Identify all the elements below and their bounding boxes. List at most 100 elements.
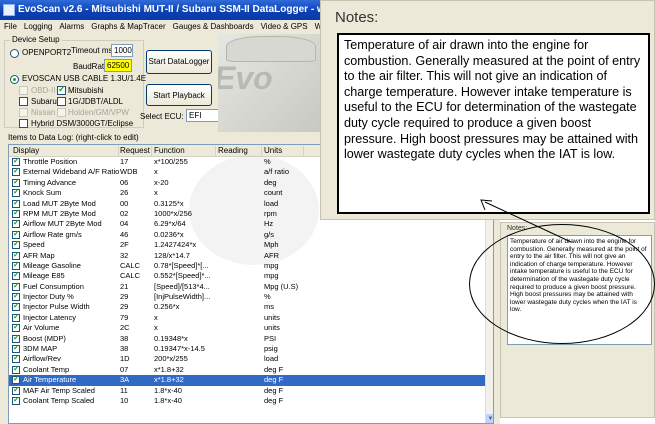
table-row[interactable]: Injector Pulse Width 29 0.256*x ms <box>9 301 485 312</box>
timeout-input[interactable]: 1000 <box>111 44 133 57</box>
row-checkbox[interactable] <box>12 395 20 405</box>
cell-function: x <box>154 188 158 198</box>
row-checkbox[interactable] <box>12 198 20 208</box>
notes-textarea[interactable]: Temperature of air drawn into the engine… <box>507 235 652 345</box>
table-row[interactable]: Fuel Consumption 21 [Speed]/[513*4... Mpg (… <box>9 281 485 292</box>
cell-units: deg F <box>264 364 284 374</box>
evoscan-cable-label: EVOSCAN USB CABLE 1.3U/1.4E <box>22 74 147 83</box>
row-checkbox[interactable] <box>12 364 20 374</box>
row-checkbox[interactable] <box>12 208 20 218</box>
obd-ii-label: OBD-II <box>31 86 56 95</box>
table-row[interactable]: 3DM MAP 38 0.19347*x-14.5 psig <box>9 343 485 354</box>
cell-function: 128/x*14.7 <box>154 250 190 260</box>
table-row[interactable]: Mileage E85 CALC 0.552*[Speed]*... mpg <box>9 270 485 281</box>
cell-function: x*100/255 <box>154 157 188 166</box>
cell-function: 1.2427424*x <box>154 240 197 250</box>
table-row[interactable]: Coolant Temp 07 x*1.8+32 deg F <box>9 364 485 375</box>
mitsubishi-checkbox[interactable] <box>57 84 66 95</box>
table-row[interactable]: Injector Duty % 29 [InjPulseWidth]...% <box>9 291 485 302</box>
notes-text-enlarged: Temperature of air drawn into the engine… <box>337 33 650 214</box>
cell-function: x*1.8+32 <box>154 364 184 374</box>
col-function[interactable]: Function <box>154 146 216 156</box>
j1g-checkbox[interactable] <box>57 97 66 106</box>
cell-function: x*1.8+32 <box>154 375 184 385</box>
row-checkbox[interactable] <box>12 260 20 270</box>
cell-display: Injector Latency <box>23 312 76 322</box>
table-row[interactable]: Airflow Rate gm/s 46 0.0236*x g/s <box>9 229 485 240</box>
cell-request: 3A <box>120 375 130 385</box>
table-row[interactable]: MAF Air Temp Scaled 11 1.8*x-40 deg F <box>9 385 485 396</box>
row-checkbox[interactable] <box>12 166 20 177</box>
row-checkbox[interactable] <box>12 301 20 312</box>
table-row[interactable]: Speed 2F 1.2427424*x Mph <box>9 239 485 250</box>
start-playback-button[interactable]: Start Playback <box>146 84 212 106</box>
j1g-label: 1G/JDBT/ALDL <box>68 97 124 106</box>
row-checkbox[interactable] <box>12 281 20 291</box>
table-row[interactable]: Coolant Temp Scaled 10 1.8*x-40 deg F <box>9 395 485 406</box>
cell-display: Airflow MUT 2Byte Mod <box>23 219 102 229</box>
row-checkbox[interactable] <box>12 374 20 385</box>
col-display[interactable]: Display <box>13 146 119 156</box>
row-checkbox[interactable] <box>12 333 20 343</box>
row-checkbox[interactable] <box>12 385 20 395</box>
car-image <box>226 36 316 62</box>
cell-units: load <box>264 354 279 364</box>
openport-radio[interactable] <box>10 49 19 58</box>
cell-request: 00 <box>120 198 129 208</box>
cell-display: RPM MUT 2Byte Mod <box>23 208 96 218</box>
row-checkbox[interactable] <box>12 250 20 260</box>
hybrid-label: Hybrid DSM/3000GT/Eclipse <box>31 119 134 128</box>
row-checkbox[interactable] <box>12 343 20 353</box>
menu-file[interactable]: File <box>0 20 20 31</box>
hybrid-checkbox[interactable] <box>19 119 28 128</box>
cell-display: Coolant Temp Scaled <box>23 395 95 405</box>
cell-units: g/s <box>264 229 275 239</box>
table-row[interactable]: Injector Latency 79 x units <box>9 312 485 323</box>
nissan-checkbox[interactable] <box>19 108 28 117</box>
row-checkbox[interactable] <box>12 187 20 198</box>
cell-display: Airflow Rate gm/s <box>23 229 82 239</box>
select-ecu-label: Select ECU: <box>140 112 184 121</box>
menu-graphs[interactable]: Graphs & MapTracer <box>87 20 168 31</box>
cell-units: Hz <box>264 219 274 229</box>
cell-request: CALC <box>120 260 141 270</box>
scroll-down-icon[interactable]: ▼ <box>486 414 493 423</box>
evoscan-cable-radio[interactable] <box>10 75 19 84</box>
menu-gauges[interactable]: Gauges & Dashboards <box>169 20 257 31</box>
col-request[interactable]: Request <box>120 146 152 156</box>
menu-logging[interactable]: Logging <box>20 20 55 31</box>
row-checkbox[interactable] <box>12 270 20 281</box>
row-checkbox[interactable] <box>12 177 20 187</box>
obd-ii-checkbox[interactable] <box>19 86 28 95</box>
cell-units: % <box>264 157 271 166</box>
holden-checkbox[interactable] <box>57 108 66 117</box>
row-checkbox[interactable] <box>12 239 20 250</box>
cell-display: Timing Advance <box>23 177 77 187</box>
start-datalogger-button[interactable]: Start DataLogger <box>146 50 212 74</box>
table-row[interactable]: Air Temperature 3A x*1.8+32 deg F <box>9 374 485 386</box>
col-units[interactable]: Units <box>264 146 304 156</box>
menu-alarms[interactable]: Alarms <box>55 20 87 31</box>
baudrate-input[interactable]: 62500 <box>104 59 132 72</box>
table-row[interactable]: Air Volume 2C x units <box>9 322 485 333</box>
row-checkbox[interactable] <box>12 229 20 239</box>
table-row[interactable]: Mileage Gasoline CALC 0.78*[Speed]*[... mpg <box>9 260 485 271</box>
logo-banner: Evo <box>218 34 320 132</box>
items-to-log-label: Items to Data Log: (right-click to edit) <box>8 133 139 142</box>
row-checkbox[interactable] <box>12 353 20 364</box>
row-checkbox[interactable] <box>12 156 20 166</box>
table-row[interactable]: AFR Map 32 128/x*14.7 AFR <box>9 250 485 261</box>
row-checkbox[interactable] <box>12 218 20 229</box>
col-reading[interactable]: Reading <box>218 146 262 156</box>
menu-video-gps[interactable]: Video & GPS <box>257 20 311 31</box>
cell-request: 2C <box>120 323 130 333</box>
row-checkbox[interactable] <box>12 291 20 301</box>
table-row[interactable]: Airflow/Rev 1D 200*x/255 load <box>9 353 485 364</box>
row-checkbox[interactable] <box>12 312 20 322</box>
subaru-checkbox[interactable] <box>19 97 28 106</box>
row-checkbox[interactable] <box>12 322 20 333</box>
cell-request: 38 <box>120 344 129 354</box>
table-row[interactable]: Airflow MUT 2Byte Mod 04 6.29*x/64 Hz <box>9 218 485 229</box>
cell-units: mpg <box>264 271 279 281</box>
table-row[interactable]: Boost (MDP) 38 0.19348*x PSI <box>9 333 485 344</box>
